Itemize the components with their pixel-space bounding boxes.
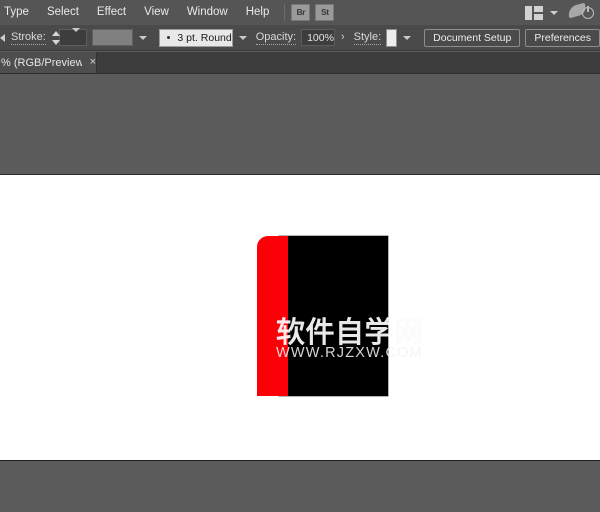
brush-dot-icon [167,36,170,39]
menu-bar: Type Select Effect View Window Help Br S… [0,0,600,25]
control-panel: Stroke: 3 pt. Round Opacity: 100% › Styl… [0,25,600,51]
stroke-weight-input[interactable] [59,29,87,46]
chevron-right-icon[interactable]: › [341,32,345,43]
artwork-group[interactable] [257,236,388,396]
illustrator-swoosh-icon[interactable] [568,4,594,21]
chevron-down-icon[interactable] [239,36,247,40]
stroke-weight-stepper[interactable] [51,29,57,47]
brush-preset-label: 3 pt. Round [177,32,231,44]
brush-definition-swatch[interactable] [92,29,133,46]
style-label[interactable]: Style: [354,31,382,45]
red-rounded-bar[interactable] [257,236,288,396]
chevron-down-icon[interactable] [66,32,86,44]
menu-item-help[interactable]: Help [237,0,279,25]
menu-item-window[interactable]: Window [178,0,237,25]
brush-preset-dropdown[interactable]: 3 pt. Round [159,29,232,47]
bridge-icon[interactable]: Br [291,4,310,21]
document-setup-button[interactable]: Document Setup [424,29,520,47]
chevron-down-icon[interactable] [139,36,147,40]
stroke-label[interactable]: Stroke: [11,31,46,45]
close-icon[interactable]: × [90,57,96,68]
illustrator-window: Type Select Effect View Window Help Br S… [0,0,600,512]
menu-item-type[interactable]: Type [2,0,38,25]
graphic-style-swatch[interactable] [386,29,397,47]
arrange-documents-icon[interactable] [525,6,543,20]
document-tab[interactable]: % (RGB/Preview) × [0,52,97,73]
opacity-label[interactable]: Opacity: [256,31,296,45]
document-tab-label: % (RGB/Preview) [0,57,82,69]
opacity-input[interactable]: 100% [301,29,335,46]
opacity-value: 100% [307,32,334,44]
menu-item-select[interactable]: Select [38,0,88,25]
workspace[interactable]: 软件自学网 WWW.RJZXW.COM [0,74,600,512]
document-tab-bar: % (RGB/Preview) × [0,52,600,74]
preferences-button[interactable]: Preferences [525,29,600,47]
stock-icon[interactable]: St [315,4,334,21]
menu-item-effect[interactable]: Effect [88,0,135,25]
artboard-canvas[interactable] [0,174,600,461]
menu-item-view[interactable]: View [135,0,178,25]
menu-divider [284,4,285,21]
chevron-down-icon[interactable] [550,11,558,15]
menubar-right-group [522,4,600,21]
chevron-down-icon[interactable] [403,36,411,40]
black-rectangle[interactable] [279,236,388,396]
left-caret-icon[interactable] [0,34,5,42]
